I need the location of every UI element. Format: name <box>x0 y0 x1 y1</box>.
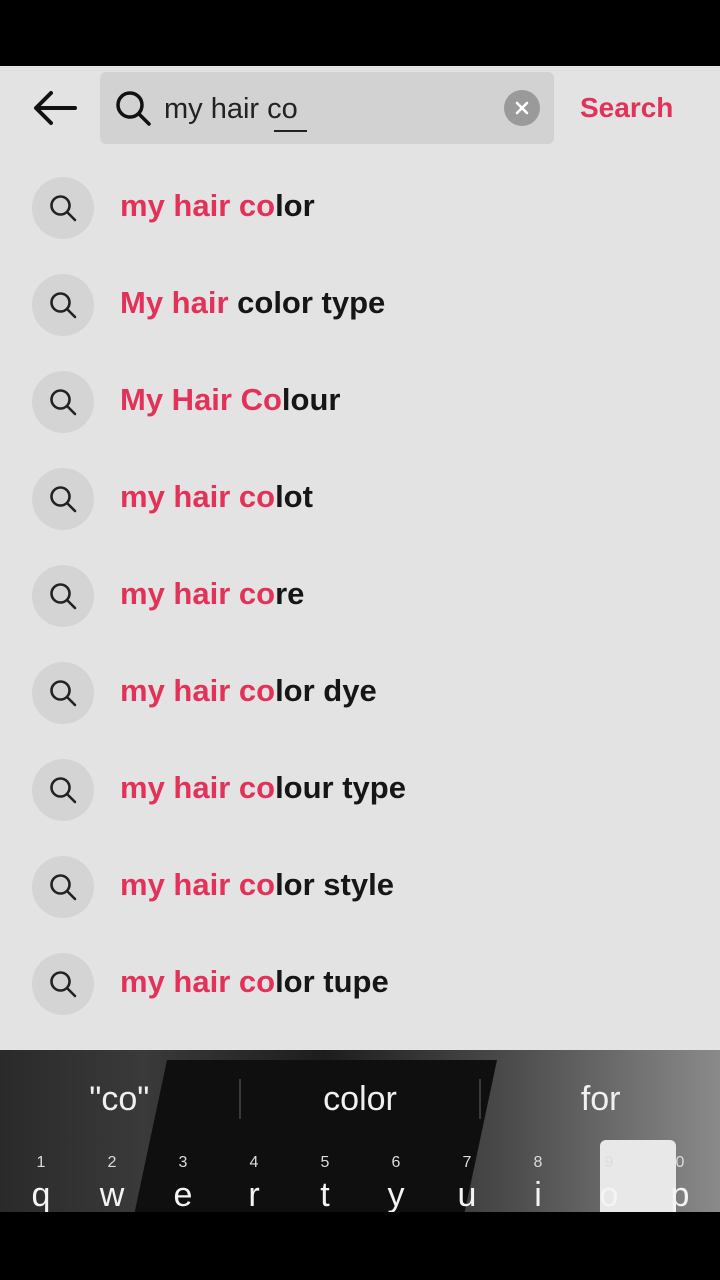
key-number: 9 <box>604 1154 614 1171</box>
suggestion-label: my hair color dye <box>120 673 377 708</box>
suggestion-label: my hair color tupe <box>120 964 389 999</box>
key-e[interactable]: 3e <box>153 1150 213 1212</box>
search-icon <box>32 856 94 918</box>
key-letter: p <box>670 1176 690 1212</box>
key-number: 2 <box>107 1154 117 1171</box>
search-input[interactable] <box>164 90 494 128</box>
suggestion-label: my hair colour type <box>120 770 406 805</box>
key-letter: e <box>173 1176 193 1212</box>
key-letter: q <box>31 1176 51 1212</box>
search-icon <box>32 274 94 336</box>
suggestion-item[interactable]: my hair colour type <box>0 742 720 839</box>
search-icon <box>32 177 94 239</box>
suggestion-item[interactable]: my hair color tupe <box>0 936 720 1033</box>
suggestion-label: my hair core <box>120 576 305 611</box>
on-screen-keyboard: "co" color for 1q 2w 3e 4r 5t 6y 7u 8i 9… <box>0 1050 720 1212</box>
key-q[interactable]: 1q <box>11 1150 71 1212</box>
key-number: 4 <box>249 1154 259 1171</box>
key-number: 3 <box>178 1154 188 1171</box>
search-icon <box>32 371 94 433</box>
key-number: 5 <box>320 1154 330 1171</box>
key-letter: w <box>99 1176 125 1212</box>
search-icon <box>32 565 94 627</box>
back-arrow-icon <box>34 91 77 125</box>
suggestion-label: My Hair Colour <box>120 382 341 417</box>
search-icon <box>32 468 94 530</box>
key-number: 0 <box>675 1154 685 1171</box>
search-icon <box>32 662 94 724</box>
key-number: 6 <box>391 1154 401 1171</box>
suggestion-label: My hair color type <box>120 285 386 320</box>
prediction-item[interactable]: for <box>481 1070 720 1128</box>
suggestion-item[interactable]: my hair core <box>0 548 720 645</box>
key-letter: u <box>457 1176 477 1212</box>
key-number: 8 <box>533 1154 543 1171</box>
key-y[interactable]: 6y <box>366 1150 426 1212</box>
clear-search-button[interactable] <box>504 90 540 126</box>
composing-underline <box>274 130 307 132</box>
suggestion-item[interactable]: My Hair Colour <box>0 354 720 451</box>
search-submit-button[interactable]: Search <box>580 88 673 128</box>
status-bar <box>0 0 720 66</box>
search-screen: Search my hair color My hair color type … <box>0 66 720 1050</box>
key-letter: i <box>534 1176 542 1212</box>
search-icon <box>32 759 94 821</box>
key-w[interactable]: 2w <box>82 1150 142 1212</box>
suggestion-label: my hair color style <box>120 867 394 902</box>
suggestion-list: my hair color My hair color type My Hair… <box>0 160 720 1033</box>
key-letter: y <box>387 1176 405 1212</box>
key-p[interactable]: 0p <box>650 1150 710 1212</box>
key-u[interactable]: 7u <box>437 1150 497 1212</box>
key-letter: o <box>599 1176 619 1212</box>
search-field[interactable] <box>100 72 554 144</box>
suggestion-label: my hair color <box>120 188 315 223</box>
suggestion-item[interactable]: my hair color style <box>0 839 720 936</box>
search-icon <box>32 953 94 1015</box>
suggestion-item[interactable]: my hair color dye <box>0 645 720 742</box>
prediction-item[interactable]: color <box>241 1070 480 1128</box>
suggestion-item[interactable]: My hair color type <box>0 257 720 354</box>
close-icon <box>515 101 529 115</box>
prediction-bar: "co" color for <box>0 1070 720 1128</box>
prediction-item[interactable]: "co" <box>0 1070 239 1128</box>
key-o[interactable]: 9o <box>579 1150 639 1212</box>
key-i[interactable]: 8i <box>508 1150 568 1212</box>
key-t[interactable]: 5t <box>295 1150 355 1212</box>
navigation-bar <box>0 1212 720 1280</box>
suggestion-label: my hair colot <box>120 479 313 514</box>
key-letter: t <box>320 1176 330 1212</box>
back-button[interactable] <box>26 86 84 130</box>
key-letter: r <box>248 1176 260 1212</box>
suggestion-item[interactable]: my hair colot <box>0 451 720 548</box>
key-number: 1 <box>36 1154 46 1171</box>
suggestion-item[interactable]: my hair color <box>0 160 720 257</box>
keyboard-row: 1q 2w 3e 4r 5t 6y 7u 8i 9o 0p <box>0 1150 720 1212</box>
key-number: 7 <box>462 1154 472 1171</box>
key-r[interactable]: 4r <box>224 1150 284 1212</box>
search-icon <box>116 91 151 126</box>
